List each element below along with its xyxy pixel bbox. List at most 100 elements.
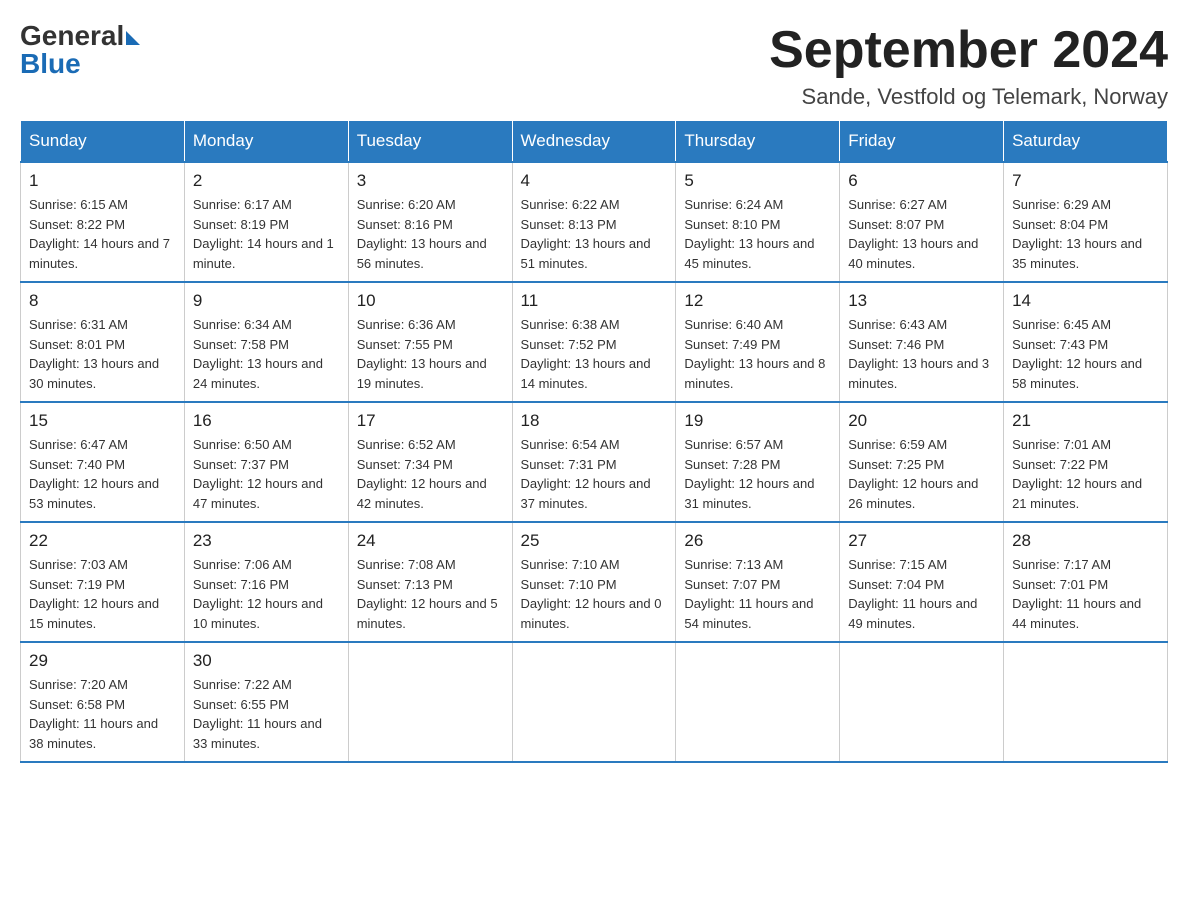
day-number: 18 [521,411,668,431]
calendar-day-cell: 28Sunrise: 7:17 AMSunset: 7:01 PMDayligh… [1004,522,1168,642]
calendar-day-cell: 11Sunrise: 6:38 AMSunset: 7:52 PMDayligh… [512,282,676,402]
calendar-day-cell [512,642,676,762]
day-number: 26 [684,531,831,551]
calendar-week-row: 8Sunrise: 6:31 AMSunset: 8:01 PMDaylight… [21,282,1168,402]
calendar-day-cell: 19 Sunrise: 6:57 AMSunset: 7:28 PMDayligh… [676,402,840,522]
day-number: 13 [848,291,995,311]
calendar-table: SundayMondayTuesdayWednesdayThursdayFrid… [20,120,1168,763]
calendar-day-cell: 2 Sunrise: 6:17 AMSunset: 8:19 PMDaylight… [184,162,348,282]
day-number: 28 [1012,531,1159,551]
day-number: 25 [521,531,668,551]
calendar-day-cell: 22 Sunrise: 7:03 AMSunset: 7:19 PMDayligh… [21,522,185,642]
day-info: Sunrise: 6:17 AMSunset: 8:19 PMDaylight:… [193,195,340,273]
calendar-day-cell: 12 Sunrise: 6:40 AMSunset: 7:49 PMDayligh… [676,282,840,402]
day-number: 30 [193,651,340,671]
day-info: Sunrise: 6:36 AMSunset: 7:55 PMDaylight:… [357,315,504,393]
day-number: 9 [193,291,340,311]
day-info: Sunrise: 7:20 AMSunset: 6:58 PMDaylight:… [29,675,176,753]
day-info: Sunrise: 6:27 AMSunset: 8:07 PMDaylight:… [848,195,995,273]
day-number: 5 [684,171,831,191]
location-subtitle: Sande, Vestfold og Telemark, Norway [769,84,1168,110]
calendar-day-cell: 25 Sunrise: 7:10 AMSunset: 7:10 PMDayligh… [512,522,676,642]
calendar-day-cell: 29 Sunrise: 7:20 AMSunset: 6:58 PMDayligh… [21,642,185,762]
calendar-day-cell: 10 Sunrise: 6:36 AMSunset: 7:55 PMDayligh… [348,282,512,402]
day-info: Sunrise: 6:22 AMSunset: 8:13 PMDaylight:… [521,195,668,273]
day-number: 4 [521,171,668,191]
calendar-day-cell: 20Sunrise: 6:59 AMSunset: 7:25 PMDayligh… [840,402,1004,522]
day-number: 19 [684,411,831,431]
calendar-header-row: SundayMondayTuesdayWednesdayThursdayFrid… [21,121,1168,163]
calendar-week-row: 29 Sunrise: 7:20 AMSunset: 6:58 PMDayligh… [21,642,1168,762]
day-of-week-header: Wednesday [512,121,676,163]
day-number: 17 [357,411,504,431]
day-number: 8 [29,291,176,311]
calendar-day-cell: 27 Sunrise: 7:15 AMSunset: 7:04 PMDayligh… [840,522,1004,642]
day-number: 27 [848,531,995,551]
day-number: 6 [848,171,995,191]
calendar-day-cell: 9 Sunrise: 6:34 AMSunset: 7:58 PMDaylight… [184,282,348,402]
day-info: Sunrise: 6:45 AMSunset: 7:43 PMDaylight:… [1012,315,1159,393]
calendar-day-cell: 4 Sunrise: 6:22 AMSunset: 8:13 PMDaylight… [512,162,676,282]
day-of-week-header: Thursday [676,121,840,163]
calendar-day-cell: 8Sunrise: 6:31 AMSunset: 8:01 PMDaylight… [21,282,185,402]
title-section: September 2024 Sande, Vestfold og Telema… [769,20,1168,110]
calendar-day-cell [1004,642,1168,762]
day-number: 10 [357,291,504,311]
calendar-day-cell: 21 Sunrise: 7:01 AMSunset: 7:22 PMDayligh… [1004,402,1168,522]
day-number: 14 [1012,291,1159,311]
day-info: Sunrise: 6:24 AMSunset: 8:10 PMDaylight:… [684,195,831,273]
day-number: 16 [193,411,340,431]
calendar-day-cell: 18 Sunrise: 6:54 AMSunset: 7:31 PMDayligh… [512,402,676,522]
logo: General Blue [20,20,140,80]
logo-arrow-icon [126,31,140,45]
day-of-week-header: Sunday [21,121,185,163]
calendar-day-cell [348,642,512,762]
day-info: Sunrise: 7:10 AMSunset: 7:10 PMDaylight:… [521,555,668,633]
day-of-week-header: Monday [184,121,348,163]
day-info: Sunrise: 7:15 AMSunset: 7:04 PMDaylight:… [848,555,995,633]
day-info: Sunrise: 6:34 AMSunset: 7:58 PMDaylight:… [193,315,340,393]
day-info: Sunrise: 6:43 AMSunset: 7:46 PMDaylight:… [848,315,995,393]
day-info: Sunrise: 7:06 AMSunset: 7:16 PMDaylight:… [193,555,340,633]
calendar-day-cell: 26Sunrise: 7:13 AMSunset: 7:07 PMDayligh… [676,522,840,642]
day-info: Sunrise: 7:22 AMSunset: 6:55 PMDaylight:… [193,675,340,753]
day-number: 23 [193,531,340,551]
calendar-day-cell: 15 Sunrise: 6:47 AMSunset: 7:40 PMDayligh… [21,402,185,522]
logo-blue-text: Blue [20,48,81,80]
day-number: 24 [357,531,504,551]
calendar-day-cell [840,642,1004,762]
day-of-week-header: Friday [840,121,1004,163]
day-number: 21 [1012,411,1159,431]
day-number: 7 [1012,171,1159,191]
day-info: Sunrise: 7:01 AMSunset: 7:22 PMDaylight:… [1012,435,1159,513]
calendar-day-cell: 5 Sunrise: 6:24 AMSunset: 8:10 PMDaylight… [676,162,840,282]
day-of-week-header: Saturday [1004,121,1168,163]
page-header: General Blue September 2024 Sande, Vestf… [20,20,1168,110]
day-info: Sunrise: 6:40 AMSunset: 7:49 PMDaylight:… [684,315,831,393]
day-info: Sunrise: 7:03 AMSunset: 7:19 PMDaylight:… [29,555,176,633]
calendar-day-cell: 1Sunrise: 6:15 AMSunset: 8:22 PMDaylight… [21,162,185,282]
day-number: 11 [521,291,668,311]
calendar-week-row: 22 Sunrise: 7:03 AMSunset: 7:19 PMDayligh… [21,522,1168,642]
calendar-week-row: 15 Sunrise: 6:47 AMSunset: 7:40 PMDayligh… [21,402,1168,522]
calendar-day-cell: 3Sunrise: 6:20 AMSunset: 8:16 PMDaylight… [348,162,512,282]
day-number: 22 [29,531,176,551]
day-number: 2 [193,171,340,191]
calendar-week-row: 1Sunrise: 6:15 AMSunset: 8:22 PMDaylight… [21,162,1168,282]
calendar-day-cell: 30 Sunrise: 7:22 AMSunset: 6:55 PMDayligh… [184,642,348,762]
day-info: Sunrise: 6:57 AMSunset: 7:28 PMDaylight:… [684,435,831,513]
day-info: Sunrise: 7:08 AMSunset: 7:13 PMDaylight:… [357,555,504,633]
calendar-day-cell: 23 Sunrise: 7:06 AMSunset: 7:16 PMDayligh… [184,522,348,642]
day-number: 29 [29,651,176,671]
day-number: 3 [357,171,504,191]
day-info: Sunrise: 6:50 AMSunset: 7:37 PMDaylight:… [193,435,340,513]
day-info: Sunrise: 6:54 AMSunset: 7:31 PMDaylight:… [521,435,668,513]
day-number: 12 [684,291,831,311]
day-number: 15 [29,411,176,431]
day-number: 20 [848,411,995,431]
day-info: Sunrise: 6:15 AMSunset: 8:22 PMDaylight:… [29,195,176,273]
day-info: Sunrise: 6:47 AMSunset: 7:40 PMDaylight:… [29,435,176,513]
month-title: September 2024 [769,20,1168,80]
calendar-day-cell: 14 Sunrise: 6:45 AMSunset: 7:43 PMDayligh… [1004,282,1168,402]
day-of-week-header: Tuesday [348,121,512,163]
